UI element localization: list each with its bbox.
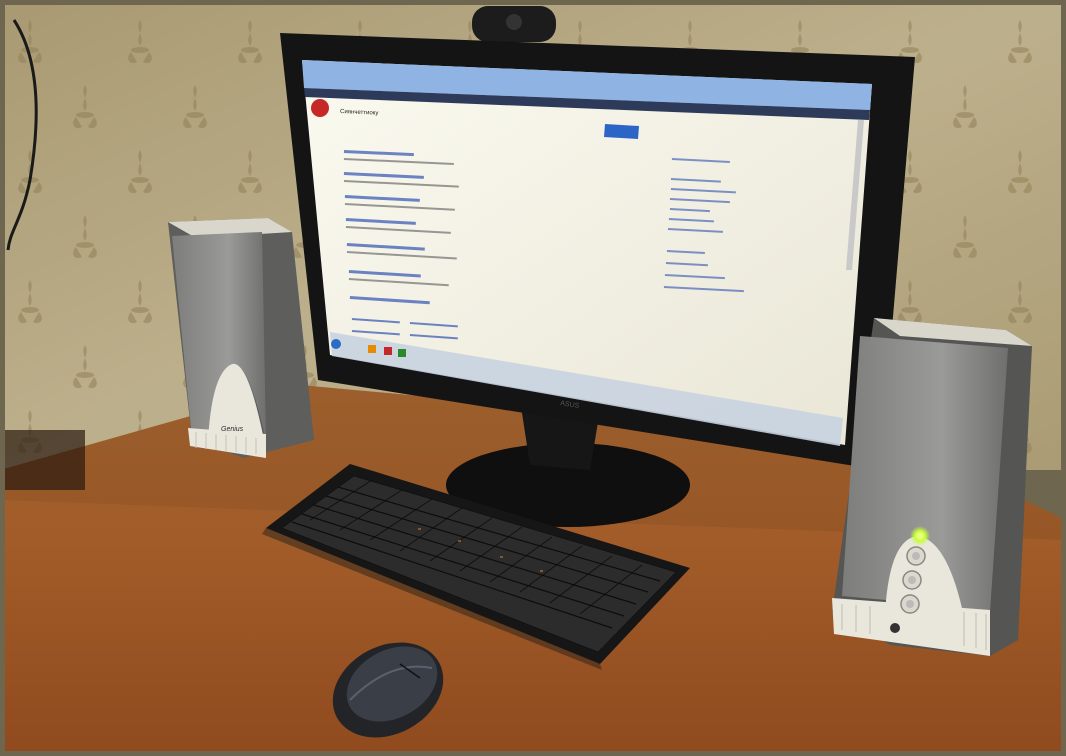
webcam <box>472 6 556 42</box>
browser-search-button[interactable] <box>604 124 639 139</box>
right-speaker <box>832 318 1032 656</box>
taskbar-app-icon[interactable] <box>384 347 392 355</box>
taskbar-app-icon[interactable] <box>398 349 406 357</box>
left-speaker-brand: Genius <box>221 426 244 433</box>
speaker-treble-knob[interactable] <box>900 594 920 614</box>
speaker-bass-knob[interactable] <box>902 570 922 590</box>
speaker-volume-knob[interactable] <box>906 546 926 566</box>
speaker-power-led <box>916 532 924 540</box>
browser-page-logo <box>311 99 329 117</box>
headphone-jack[interactable] <box>890 623 900 633</box>
photo-scene: Сиянчеттиоку ASUS Genius <box>0 0 1066 756</box>
taskbar-app-icon[interactable] <box>368 345 376 353</box>
start-button-icon[interactable] <box>331 339 341 349</box>
